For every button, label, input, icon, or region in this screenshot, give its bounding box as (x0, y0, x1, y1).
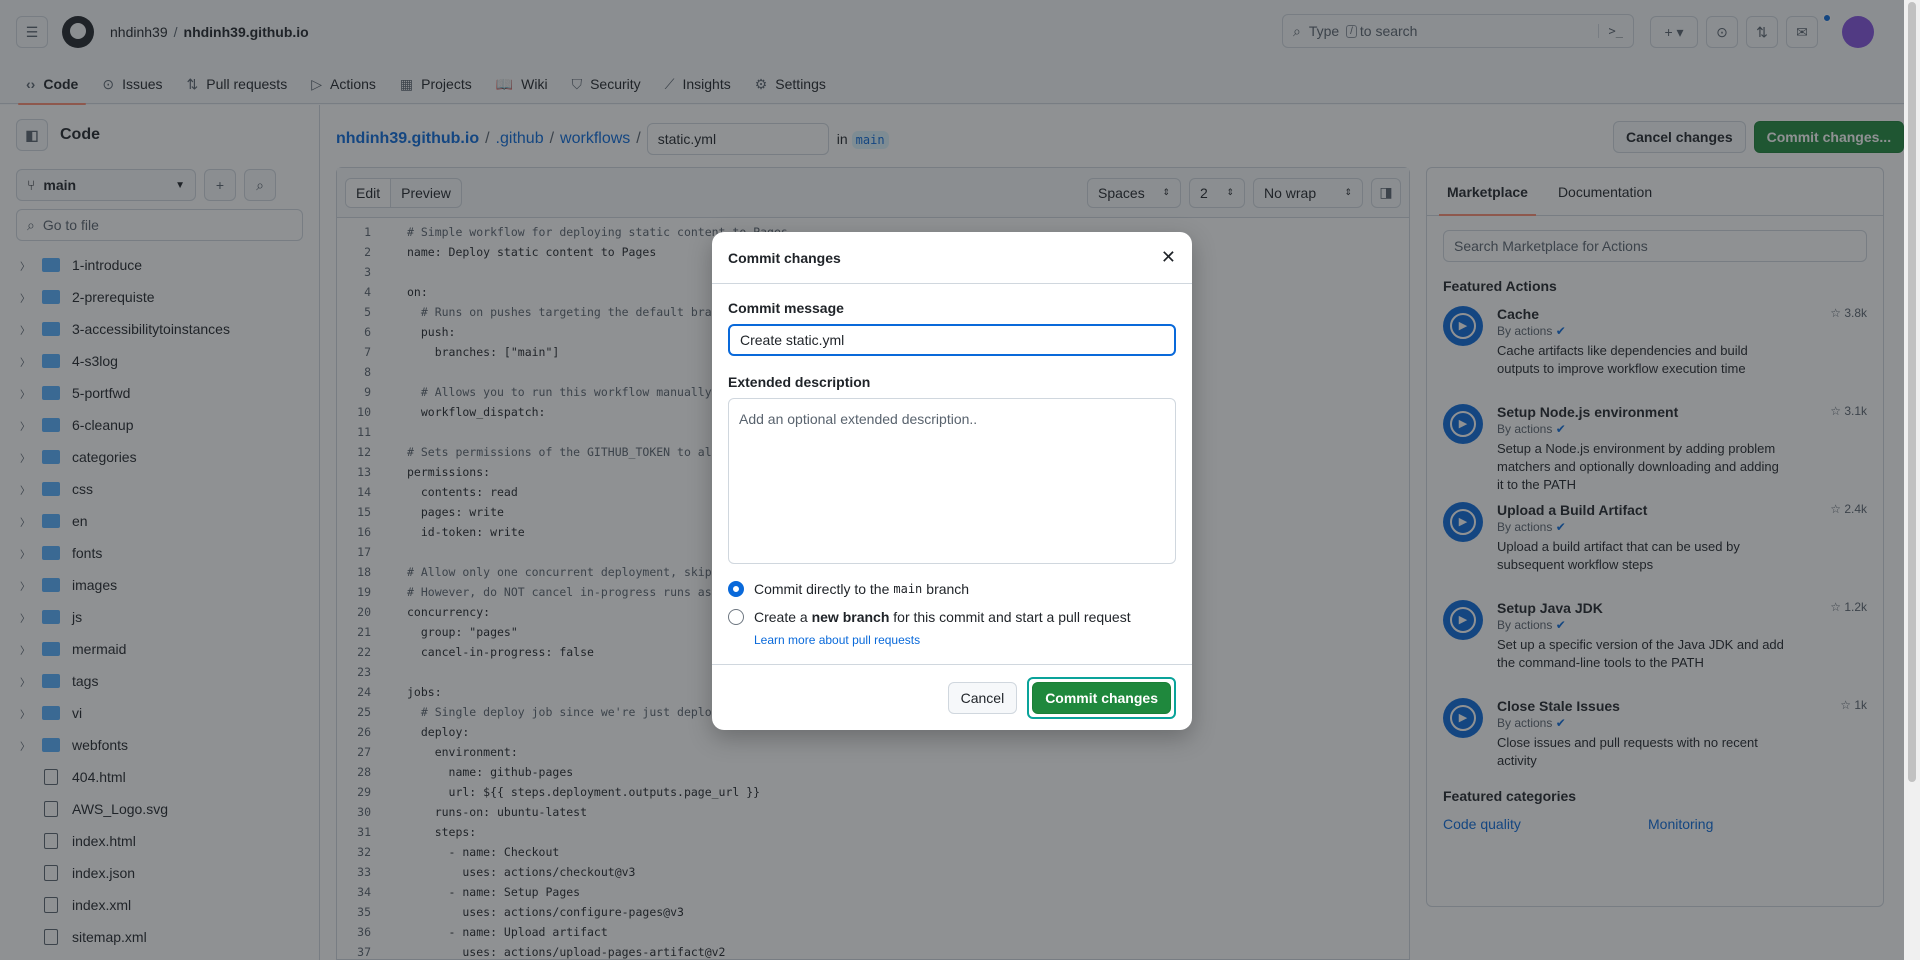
cancel-button[interactable]: Cancel (947, 681, 1018, 714)
dialog-title: Commit changes (728, 249, 841, 266)
commit-message-input[interactable] (728, 324, 1176, 356)
commit-direct-option[interactable]: Commit directly to the main branch (728, 581, 1176, 597)
page-scrollbar[interactable] (1904, 0, 1920, 960)
commit-button[interactable]: Commit changes (1032, 681, 1171, 714)
commit-message-label: Commit message (728, 300, 844, 316)
extended-description-label: Extended description (728, 374, 871, 390)
close-icon[interactable]: ✕ (1161, 247, 1176, 268)
extended-description-input[interactable] (728, 398, 1176, 564)
radio-selected[interactable] (728, 581, 744, 597)
learn-more-link[interactable]: Learn more about pull requests (754, 633, 1176, 647)
new-branch-option[interactable]: Create a new branch for this commit and … (728, 609, 1176, 625)
focus-ring: Commit changes (1027, 676, 1176, 719)
commit-dialog: Commit changes ✕ Commit message Extended … (712, 232, 1192, 730)
radio-unselected[interactable] (728, 609, 744, 625)
